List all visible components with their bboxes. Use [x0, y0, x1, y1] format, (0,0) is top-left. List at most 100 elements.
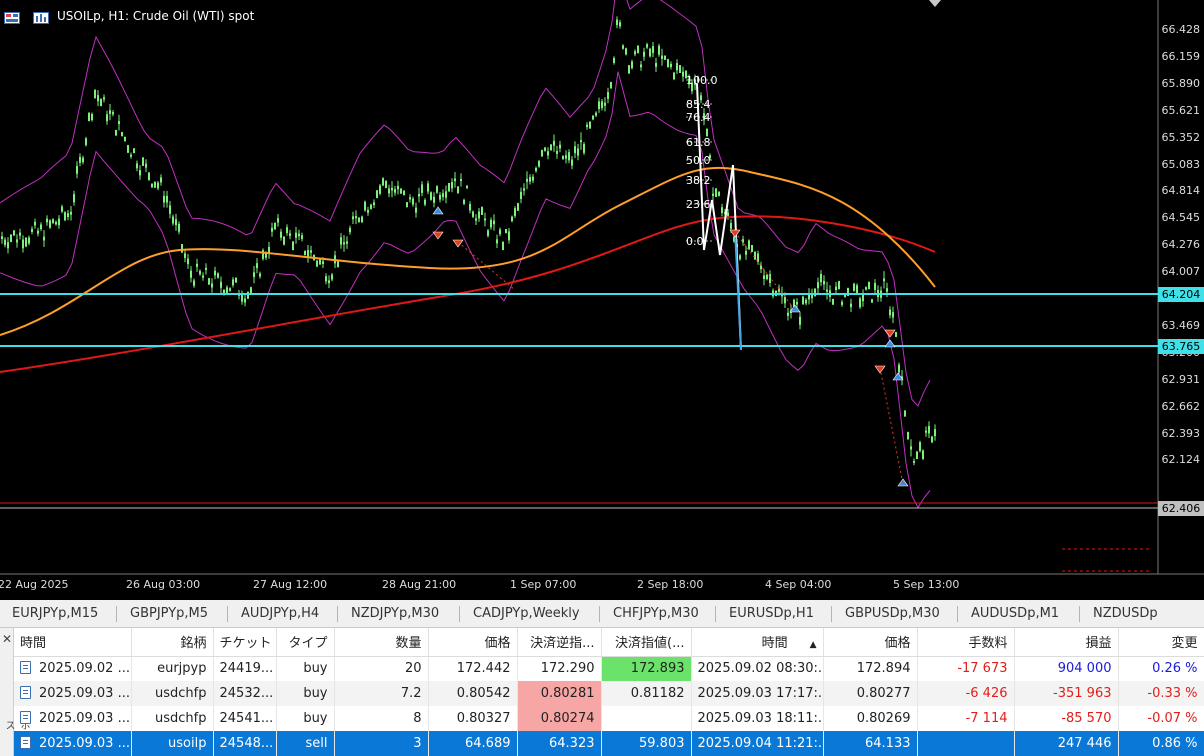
position-doc-icon [20, 711, 31, 724]
candle-body [412, 198, 414, 205]
candle-body [7, 242, 9, 249]
candle-body [205, 267, 207, 270]
candle-body [211, 283, 213, 288]
fib-level-label: 85.4 [686, 98, 711, 111]
cell-change: -0.07 % [1118, 706, 1204, 731]
cell-ticket: 24541... [213, 706, 277, 731]
bollinger-lower-band [0, 71, 931, 509]
chart-title: USOILp, H1: Crude Oil (WTI) spot [57, 9, 255, 23]
chart-tab[interactable]: GBPJPYp,M5 [130, 600, 208, 627]
col-open-time[interactable]: 時間 [14, 628, 132, 657]
cell-take-profit[interactable]: 59.803 [601, 731, 692, 756]
candle-body [382, 178, 384, 186]
cell-stop-loss[interactable]: 0.80281 [517, 681, 602, 706]
cell-stop-loss[interactable]: 172.290 [517, 656, 602, 681]
table-row[interactable]: 2025.09.02 ... eurjpyp 24419... buy 20 1… [14, 656, 1204, 681]
candle-body [571, 159, 573, 166]
candle-body [556, 150, 558, 154]
candle-body [628, 65, 630, 74]
col-ticket[interactable]: チケット [213, 628, 277, 657]
scroll-marker-icon[interactable] [929, 0, 941, 7]
candle-body [88, 112, 90, 122]
candle-body [34, 221, 36, 226]
fib-level-label: 61.8 [686, 136, 711, 149]
candle-body [148, 172, 150, 181]
candle-body [619, 22, 621, 27]
candle-body [43, 236, 45, 241]
candle-body [103, 97, 105, 100]
cell-take-profit[interactable]: 0.81182 [601, 681, 692, 706]
candle-body [115, 129, 117, 136]
col-current-price[interactable]: 価格 [823, 628, 918, 657]
chart-tab[interactable]: NZDJPYp,M30 [351, 600, 439, 627]
candle-body [172, 216, 174, 224]
col-commission[interactable]: 手数料 [917, 628, 1015, 657]
tab-separator [227, 606, 228, 622]
candle-body [136, 163, 138, 169]
candle-body [823, 280, 825, 285]
price-tick-label: 63.469 [1161, 318, 1201, 332]
col-profit[interactable]: 損益 [1014, 628, 1119, 657]
col-take-profit[interactable]: 決済指値(... [601, 628, 692, 657]
col-time[interactable]: 時間 ▲ [691, 628, 824, 657]
cell-volume: 7.2 [334, 681, 429, 706]
col-price[interactable]: 価格 [428, 628, 518, 657]
candle-body [532, 176, 534, 181]
chart-tab[interactable]: CHFJPYp,M30 [613, 600, 699, 627]
chart-tab[interactable]: EURUSDp,H1 [729, 600, 814, 627]
table-row[interactable]: 2025.09.03 ... usdchfp 24532... buy 7.2 … [14, 681, 1204, 706]
col-stop-loss[interactable]: 決済逆指... [517, 628, 602, 657]
col-change[interactable]: 変更 [1118, 628, 1204, 657]
candle-body [895, 332, 897, 337]
cell-take-profit[interactable]: 172.893 [601, 656, 692, 681]
candle-body [664, 55, 666, 60]
candle-body [652, 46, 654, 53]
table-row-selected[interactable]: 2025.09.03 ... usoilp 24548... sell 3 64… [14, 731, 1204, 756]
chart-tab[interactable]: GBPUSDp,M30 [845, 600, 940, 627]
col-symbol[interactable]: 銘柄 [131, 628, 214, 657]
candle-body [784, 297, 786, 304]
time-tick-label: 1 Sep 07:00 [510, 578, 577, 591]
chart-tab[interactable]: NZDUSDp [1093, 600, 1158, 627]
chart-tab[interactable]: EURJPYp,M15 [12, 600, 98, 627]
chart-tab[interactable]: AUDJPYp,H4 [241, 600, 319, 627]
candle-body [727, 212, 729, 217]
candle-body [397, 185, 399, 190]
candle-body [610, 82, 612, 89]
chart-tab[interactable]: CADJPYp,Weekly [473, 600, 580, 627]
candle-body [505, 229, 507, 234]
candle-body [913, 460, 915, 463]
table-row[interactable]: 2025.09.03 ... usdchfp 24541... buy 8 0.… [14, 706, 1204, 731]
cell-stop-loss[interactable]: 64.323 [517, 731, 602, 756]
cell-current-price: 0.80277 [823, 681, 918, 706]
chart-tab[interactable]: AUDUSDp,M1 [971, 600, 1059, 627]
cell-symbol: usdchfp [131, 706, 214, 731]
candle-body [100, 98, 102, 107]
cell-type: buy [276, 656, 335, 681]
close-icon[interactable]: ✕ [2, 632, 12, 646]
cell-commission [917, 731, 1015, 756]
candle-body [388, 188, 390, 194]
chart-canvas[interactable]: 100.0 85.476.4 61.8 50.0 38.2 23.6 0.0 [0, 0, 1204, 600]
candle-body [169, 205, 171, 214]
cell-volume: 8 [334, 706, 429, 731]
candle-body [841, 301, 843, 305]
candle-body [82, 157, 84, 163]
price-tick-label: 65.352 [1161, 130, 1201, 144]
price-chart[interactable]: 100.0 85.4 76.4 61.8 50.0 38.2 23.6 0.0 USOILp,… [0, 0, 1204, 600]
bar-chart-icon [33, 9, 49, 24]
candle-body [265, 253, 267, 258]
candle-body [445, 191, 447, 198]
price-tag-lower-line: 63.765 [1158, 339, 1204, 354]
candle-body [565, 155, 567, 159]
cell-take-profit[interactable] [601, 706, 692, 731]
candle-body [682, 71, 684, 77]
col-type[interactable]: タイプ [276, 628, 335, 657]
candle-body [718, 191, 720, 196]
candle-body [655, 62, 657, 67]
candle-body [400, 188, 402, 194]
cell-stop-loss[interactable]: 0.80274 [517, 706, 602, 731]
candle-body [715, 188, 717, 197]
col-volume[interactable]: 数量 [334, 628, 429, 657]
candle-body [409, 197, 411, 200]
